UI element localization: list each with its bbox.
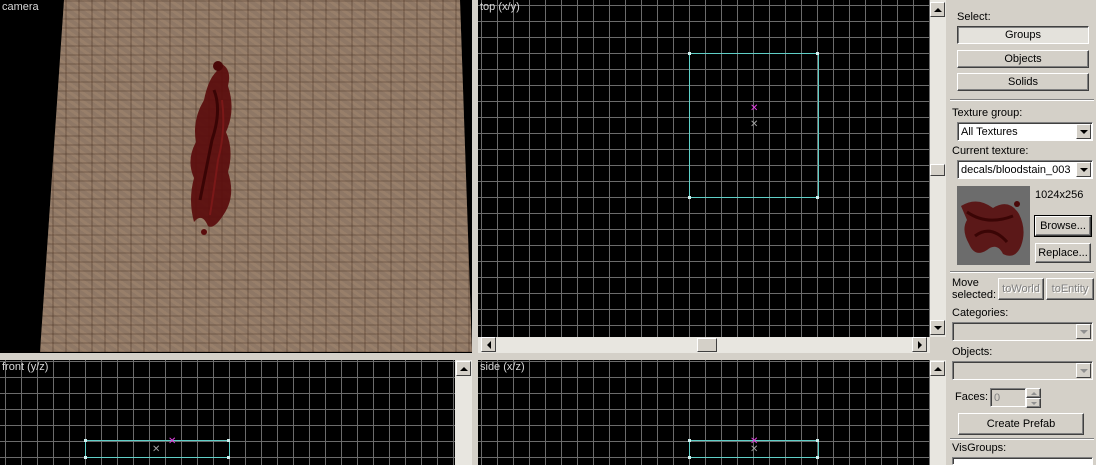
chevron-down-icon xyxy=(1079,167,1088,172)
objects-select[interactable] xyxy=(952,361,1093,380)
arrow-up-icon xyxy=(933,7,942,12)
chevron-down-icon xyxy=(1079,329,1088,334)
faces-value: 0 xyxy=(994,391,1001,404)
groups-button-label: Groups xyxy=(1004,29,1042,41)
categories-label: Categories: xyxy=(952,307,1009,319)
browse-button[interactable]: Browse... xyxy=(1034,215,1092,237)
center-marker: ✕ xyxy=(152,444,161,455)
brush-handle[interactable] xyxy=(688,52,691,55)
objects-button[interactable]: Objects xyxy=(957,50,1089,68)
arrow-down-icon xyxy=(933,325,942,330)
solids-button-label: Solids xyxy=(1008,76,1038,88)
top-vscroll-thumb[interactable] xyxy=(930,164,945,176)
brush-handle[interactable] xyxy=(688,439,691,442)
browse-button-label: Browse... xyxy=(1040,220,1086,232)
panel-divider xyxy=(950,271,1094,273)
brush-handle[interactable] xyxy=(84,456,87,459)
scroll-left-button[interactable] xyxy=(481,337,496,352)
blood-decal xyxy=(190,61,232,235)
brush-handle[interactable] xyxy=(816,456,819,459)
scroll-down-button[interactable] xyxy=(930,320,945,335)
faces-spinner-up[interactable] xyxy=(1026,388,1041,398)
brush-handle[interactable] xyxy=(227,439,230,442)
panel-divider xyxy=(950,99,1094,101)
dropdown-button[interactable] xyxy=(1076,162,1091,177)
center-marker: ✕ xyxy=(750,119,759,130)
side-label: side (x/z) xyxy=(480,361,525,373)
side-viewport[interactable]: ✕ ✕ side (x/z) xyxy=(478,360,930,465)
objects-field-label: Objects: xyxy=(952,346,993,358)
texture-size: 1024x256 xyxy=(1035,189,1084,201)
chevron-down-icon xyxy=(1079,129,1088,134)
top-viewport[interactable]: ✕ ✕ top (x/y) xyxy=(478,0,930,337)
dropdown-button[interactable] xyxy=(1076,363,1091,378)
brush-handle[interactable] xyxy=(688,456,691,459)
center-marker: ✕ xyxy=(750,444,759,455)
replace-button-label: Replace... xyxy=(1038,247,1088,259)
selected-label: selected: xyxy=(952,289,997,301)
horizontal-splitter[interactable] xyxy=(0,353,948,360)
to-world-button[interactable]: toWorld xyxy=(998,278,1044,300)
to-world-label: toWorld xyxy=(1002,283,1040,295)
brush-handle[interactable] xyxy=(816,439,819,442)
top-hscroll-thumb[interactable] xyxy=(697,338,717,352)
current-texture-label: Current texture: xyxy=(952,145,1029,157)
scroll-up-button[interactable] xyxy=(456,361,471,376)
to-entity-label: toEntity xyxy=(1051,283,1089,295)
brush-handle[interactable] xyxy=(816,52,819,55)
objects-button-label: Objects xyxy=(1004,53,1042,65)
select-label: Select: xyxy=(957,11,991,23)
scroll-up-button[interactable] xyxy=(930,2,945,17)
faces-spinner-down[interactable] xyxy=(1026,398,1041,408)
arrow-right-icon xyxy=(917,340,922,349)
panel-divider xyxy=(950,438,1094,440)
to-entity-button[interactable]: toEntity xyxy=(1046,278,1094,300)
faces-label: Faces: xyxy=(955,391,989,403)
scroll-up-button[interactable] xyxy=(930,361,945,376)
visgroups-list[interactable] xyxy=(952,457,1093,465)
current-texture-select[interactable]: decals/bloodstain_003 xyxy=(957,160,1093,179)
brush-handle[interactable] xyxy=(227,456,230,459)
move-label: Move xyxy=(952,277,979,289)
replace-button[interactable]: Replace... xyxy=(1035,243,1091,263)
tools-panel: Select: Groups Objects Solids Texture gr… xyxy=(948,0,1096,465)
faces-input[interactable]: 0 xyxy=(990,388,1026,407)
solids-button[interactable]: Solids xyxy=(957,73,1089,91)
arrow-up-icon xyxy=(1030,391,1037,395)
camera-label: camera xyxy=(2,1,39,13)
front-viewport[interactable]: ✕ ✕ front (y/z) xyxy=(0,360,455,465)
visgroups-label: VisGroups: xyxy=(952,442,1007,454)
top-label: top (x/y) xyxy=(480,1,520,13)
texture-group-label: Texture group: xyxy=(952,107,1023,119)
texture-group-value: All Textures xyxy=(961,125,1018,138)
chevron-down-icon xyxy=(1079,368,1088,373)
current-texture-value: decals/bloodstain_003 xyxy=(961,163,1071,176)
dropdown-button[interactable] xyxy=(1076,324,1091,339)
front-label: front (y/z) xyxy=(2,361,49,373)
scroll-right-button[interactable] xyxy=(912,337,927,352)
dropdown-button[interactable] xyxy=(1076,124,1091,139)
arrow-up-icon xyxy=(459,366,468,371)
arrow-up-icon xyxy=(933,366,942,371)
brush-handle[interactable] xyxy=(84,439,87,442)
camera-viewport[interactable]: camera xyxy=(0,0,472,353)
origin-marker: ✕ xyxy=(750,103,759,114)
arrow-down-icon xyxy=(1030,401,1037,405)
categories-select[interactable] xyxy=(952,322,1093,341)
brush-handle[interactable] xyxy=(688,196,691,199)
origin-marker: ✕ xyxy=(168,436,177,447)
texture-preview[interactable] xyxy=(957,186,1030,265)
create-prefab-label: Create Prefab xyxy=(986,418,1056,430)
texture-group-select[interactable]: All Textures xyxy=(957,122,1093,141)
arrow-left-icon xyxy=(486,340,491,349)
brush-handle[interactable] xyxy=(816,196,819,199)
bloodstain-thumbnail-icon xyxy=(957,186,1030,265)
create-prefab-button[interactable]: Create Prefab xyxy=(958,413,1084,435)
groups-button[interactable]: Groups xyxy=(957,26,1089,44)
